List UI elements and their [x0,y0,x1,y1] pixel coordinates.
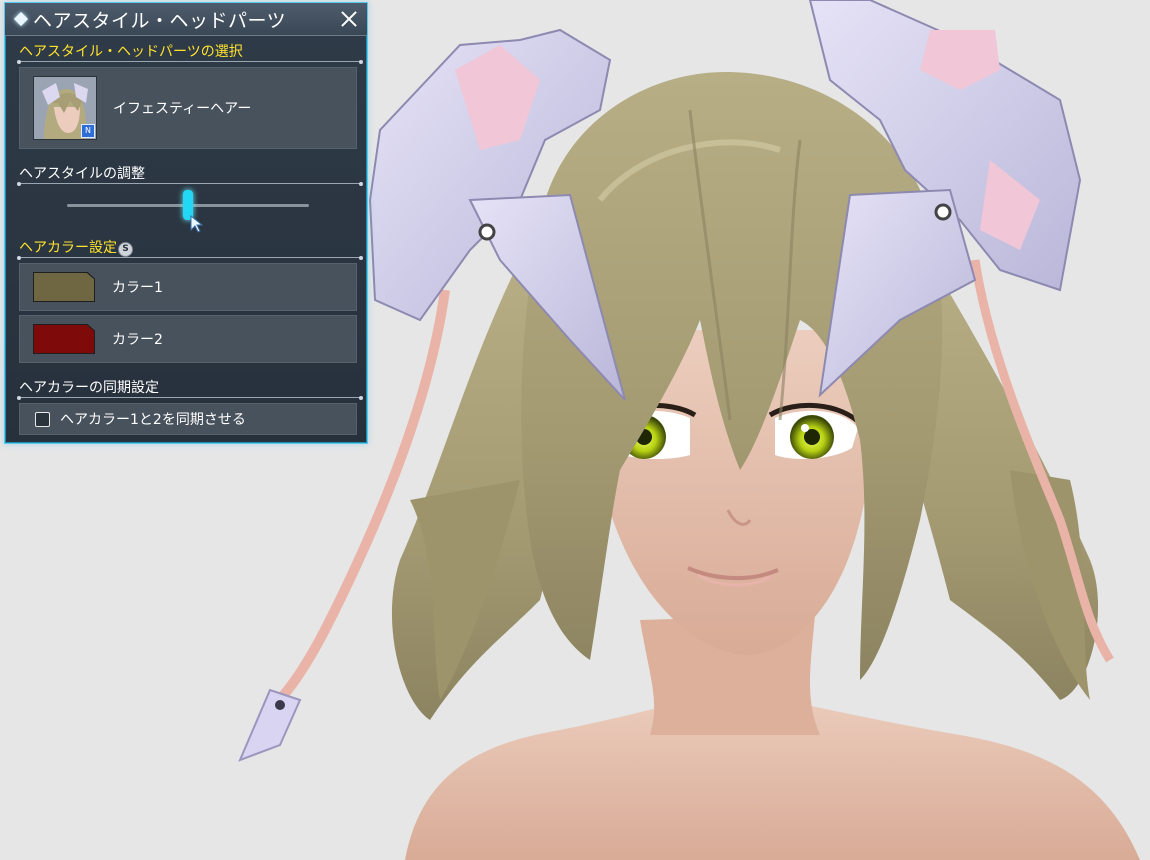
hairstyle-panel: ヘアスタイル・ヘッドパーツ ヘアスタイル・ヘッドパーツの選択 N イフェスティー… [4,2,368,444]
section-heading-selection-label: ヘアスタイル・ヘッドパーツの選択 [19,44,243,60]
mouse-cursor-icon [190,215,204,233]
color-2-swatch-fill [34,325,94,353]
sync-colors-label: ヘアカラー1と2を同期させる [60,412,246,428]
section-heading-selection: ヘアスタイル・ヘッドパーツの選択 [17,41,363,64]
diamond-icon [13,11,29,27]
section-heading-sync-label: ヘアカラーの同期設定 [19,380,159,396]
panel-title: ヘアスタイル・ヘッドパーツ [33,9,287,32]
panel-title-bar[interactable]: ヘアスタイル・ヘッドパーツ [5,3,367,36]
hairstyle-name: イフェスティーヘアー [113,101,252,117]
color-2-swatch [33,324,95,354]
section-heading-sync: ヘアカラーの同期設定 [17,377,363,400]
color-1-label: カラー1 [112,280,163,296]
hair-color-1-button[interactable]: カラー1 [19,263,357,311]
section-heading-color: ヘアカラー設定 S [17,237,363,260]
section-heading-adjust: ヘアスタイルの調整 [17,163,363,186]
close-icon[interactable] [338,8,360,30]
color-2-label: カラー2 [112,332,163,348]
sync-colors-checkbox[interactable] [35,411,50,427]
hairstyle-thumbnail: N [33,76,97,140]
hair-color-2-button[interactable]: カラー2 [19,315,357,363]
color-1-swatch [33,272,95,302]
hairstyle-select-button[interactable]: N イフェスティーヘアー [19,67,357,149]
section-heading-adjust-label: ヘアスタイルの調整 [19,166,145,182]
sync-colors-option[interactable]: ヘアカラー1と2を同期させる [19,403,357,435]
coin-icon: S [118,242,133,257]
section-heading-color-label: ヘアカラー設定 [19,240,117,256]
color-1-swatch-fill [34,273,94,301]
new-badge: N [81,124,95,138]
